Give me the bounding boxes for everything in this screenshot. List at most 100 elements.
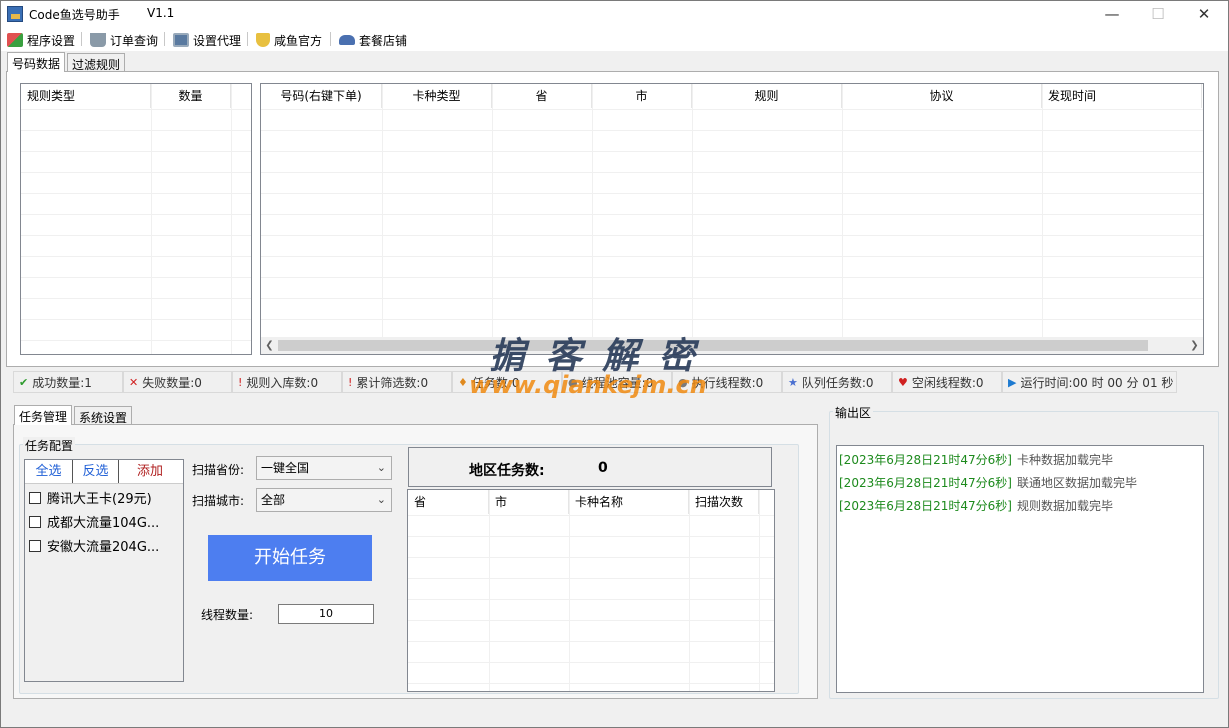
- number-list-header: 号码(右键下单) 卡种类型 省 市 规则 协议 发现时间: [261, 84, 1202, 108]
- menu-program-settings[interactable]: 程序设置: [7, 31, 75, 49]
- card-list-toolbar: 全选 反选 添加: [25, 460, 183, 484]
- status-item: ★ 队列任务数:0: [782, 371, 892, 393]
- card-label: 腾讯大王卡(29元): [47, 492, 152, 507]
- column-header[interactable]: 数量: [151, 84, 231, 108]
- card-list-box: 全选 反选 添加 腾讯大王卡(29元) 成都大流量104G... 安徽大流量20…: [24, 459, 184, 682]
- grid-line: [492, 84, 493, 337]
- rule-list[interactable]: 规则类型 数量: [20, 83, 252, 355]
- menu-set-proxy[interactable]: 设置代理: [173, 31, 241, 49]
- checkbox-icon[interactable]: [29, 491, 41, 504]
- scroll-right-icon[interactable]: ❯: [1186, 338, 1203, 353]
- region-task-box: 地区任务数: 0: [408, 447, 772, 487]
- maximize-button[interactable]: ☐: [1135, 1, 1181, 27]
- minimize-button[interactable]: —: [1089, 1, 1135, 27]
- column-header[interactable]: 卡种类型: [382, 84, 492, 108]
- menu-label: 订单查询: [110, 33, 159, 48]
- chevron-down-icon: ⌄: [376, 493, 386, 506]
- status-text: 规则入库数:0: [246, 375, 319, 390]
- log-message: 规则数据加载完毕: [1016, 499, 1113, 513]
- chevron-down-icon: ⌄: [376, 461, 386, 474]
- status-icon: ★: [788, 375, 798, 389]
- card-label: 成都大流量104G...: [47, 516, 160, 531]
- title-bar[interactable]: Code鱼选号助手 V1.1 — ☐ ✕: [1, 1, 1228, 27]
- grid-line: [759, 490, 760, 691]
- column-header[interactable]: 规则类型: [21, 84, 151, 108]
- status-item: ✕ 失败数量:0: [123, 371, 232, 393]
- horizontal-scrollbar[interactable]: ❮ ❯: [261, 337, 1203, 354]
- tab-task-management[interactable]: 任务管理: [14, 405, 73, 425]
- tab-number-data[interactable]: 号码数据: [7, 52, 66, 72]
- menu-label: 套餐店铺: [359, 33, 408, 48]
- thread-count-input[interactable]: 10: [278, 604, 374, 624]
- column-header[interactable]: 发现时间: [1042, 84, 1202, 108]
- number-list-grid: [261, 109, 1203, 337]
- menu-package-store[interactable]: 套餐店铺: [339, 31, 407, 49]
- checkbox-icon[interactable]: [29, 539, 41, 552]
- rule-list-grid: [21, 109, 251, 354]
- card-checkbox-item[interactable]: 腾讯大王卡(29元): [29, 488, 152, 507]
- column-header[interactable]: 省: [492, 84, 592, 108]
- tab-system-settings[interactable]: 系统设置: [74, 406, 133, 425]
- log-entry: [2023年6月28日21时47分6秒] 联通地区数据加载完毕: [839, 474, 1137, 491]
- status-item: ! 累计筛选数:0: [342, 371, 452, 393]
- log-message: 卡种数据加载完毕: [1016, 453, 1113, 467]
- region-task-value: 0: [598, 460, 608, 476]
- region-task-list[interactable]: 省 市 卡种名称 扫描次数: [407, 489, 775, 692]
- grid-line: [592, 84, 593, 337]
- province-select[interactable]: 一键全国 ⌄: [256, 456, 392, 480]
- status-text: 累计筛选数:0: [356, 375, 429, 390]
- log-message: 联通地区数据加载完毕: [1016, 476, 1137, 490]
- thread-count-label: 线程数量:: [201, 608, 254, 622]
- card-checkbox-item[interactable]: 安徽大流量204G...: [29, 536, 159, 555]
- status-text: 运行时间:00 时 00 分 01 秒: [1020, 375, 1174, 390]
- menu-separator: [330, 32, 331, 46]
- checkbox-icon[interactable]: [29, 515, 41, 528]
- menu-order-query[interactable]: 订单查询: [90, 31, 158, 49]
- rule-list-header: 规则类型 数量: [21, 84, 231, 108]
- log-time: [2023年6月28日21时47分6秒]: [839, 499, 1012, 513]
- tab-filter-rules[interactable]: 过滤规则: [67, 53, 126, 72]
- card-label: 安徽大流量204G...: [47, 540, 160, 555]
- status-item: ♥ 空闲线程数:0: [892, 371, 1002, 393]
- log-time: [2023年6月28日21时47分6秒]: [839, 453, 1012, 467]
- column-header[interactable]: 规则: [692, 84, 842, 108]
- add-card-button[interactable]: 添加: [119, 460, 181, 483]
- app-icon: [7, 6, 23, 22]
- car-icon: [339, 35, 355, 45]
- city-label: 扫描城市:: [192, 494, 245, 508]
- city-value: 全部: [261, 493, 286, 507]
- status-text: 成功数量:1: [32, 375, 92, 390]
- grid-line: [1042, 84, 1043, 337]
- menu-label: 咸鱼官方: [274, 33, 323, 48]
- column-header[interactable]: 扫描次数: [689, 490, 759, 514]
- status-icon: !: [238, 375, 243, 389]
- column-header[interactable]: 省: [408, 490, 489, 514]
- city-select[interactable]: 全部 ⌄: [256, 488, 392, 512]
- output-log[interactable]: [2023年6月28日21时47分6秒] 卡种数据加载完毕 [2023年6月28日…: [836, 445, 1204, 693]
- column-header[interactable]: 市: [592, 84, 692, 108]
- output-label: 输出区: [833, 404, 874, 421]
- column-header[interactable]: 号码(右键下单): [261, 84, 382, 108]
- scrollbar-thumb[interactable]: [278, 340, 1148, 351]
- scroll-left-icon[interactable]: ❮: [261, 338, 278, 353]
- select-all-button[interactable]: 全选: [25, 460, 73, 483]
- log-time: [2023年6月28日21时47分6秒]: [839, 476, 1012, 490]
- column-header[interactable]: 市: [489, 490, 569, 514]
- start-task-button[interactable]: 开始任务: [208, 535, 372, 581]
- grid-line: [489, 490, 490, 691]
- status-text: 空闲线程数:0: [911, 375, 984, 390]
- region-list-grid: [408, 515, 774, 691]
- invert-selection-button[interactable]: 反选: [73, 460, 119, 483]
- menu-xianyu-official[interactable]: 咸鱼官方: [256, 31, 322, 49]
- watermark-url: www.qiankejm.cn: [469, 371, 707, 399]
- status-item: ✔ 成功数量:1: [13, 371, 123, 393]
- menu-bar: 程序设置 订单查询 设置代理 咸鱼官方 套餐店铺: [1, 27, 1228, 51]
- close-button[interactable]: ✕: [1181, 1, 1227, 27]
- column-header[interactable]: 协议: [842, 84, 1042, 108]
- window-title: Code鱼选号助手: [29, 8, 120, 22]
- grid-line: [382, 84, 383, 337]
- card-checkbox-item[interactable]: 成都大流量104G...: [29, 512, 159, 531]
- grid-line: [151, 84, 152, 354]
- number-list[interactable]: 号码(右键下单) 卡种类型 省 市 规则 协议 发现时间 ❮ ❯: [260, 83, 1204, 355]
- column-header[interactable]: 卡种名称: [569, 490, 689, 514]
